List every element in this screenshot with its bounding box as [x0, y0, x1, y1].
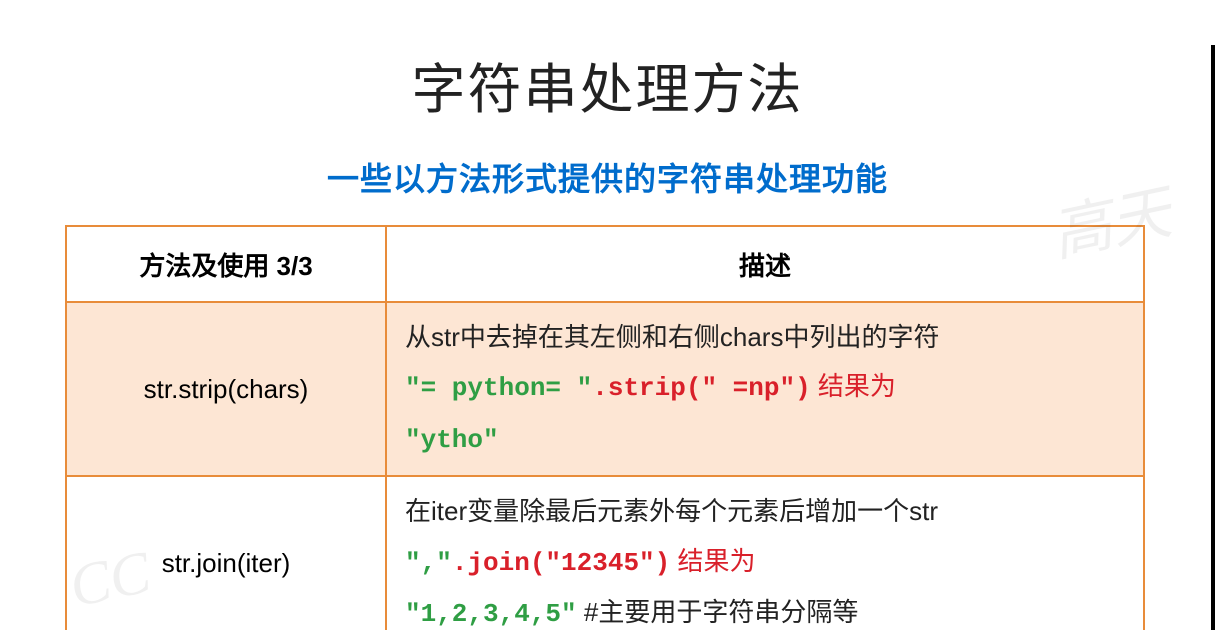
method-desc: 从str中去掉在其左侧和右侧chars中列出的字符 "= python= ".s… [386, 302, 1144, 476]
code-literal: "= python= " [405, 373, 592, 403]
header-method: 方法及使用 3/3 [66, 226, 386, 302]
method-desc: 在iter变量除最后元素外每个元素后增加一个str ",".join("1234… [386, 476, 1144, 630]
desc-text: 在iter变量除最后元素外每个元素后增加一个str [405, 496, 938, 526]
result-value: "ytho" [405, 425, 499, 455]
code-call: .strip(" =np") [592, 373, 810, 403]
slide: 字符串处理方法 一些以方法形式提供的字符串处理功能 方法及使用 3/3 描述 s… [0, 45, 1215, 630]
header-desc: 描述 [386, 226, 1144, 302]
method-name: str.strip(chars) [66, 302, 386, 476]
result-label: 结果为 [670, 546, 755, 576]
slide-right-border [1211, 45, 1215, 630]
code-call: .join("12345") [452, 548, 670, 578]
result-label: 结果为 [811, 371, 896, 401]
result-value: "1,2,3,4,5" [405, 599, 577, 629]
page-title: 字符串处理方法 [0, 45, 1215, 124]
method-name: str.join(iter) [66, 476, 386, 630]
methods-table: 方法及使用 3/3 描述 str.strip(chars) 从str中去掉在其左… [65, 225, 1145, 630]
page-subtitle: 一些以方法形式提供的字符串处理功能 [0, 154, 1215, 200]
code-note: #主要用于字符串分隔等 [577, 597, 859, 627]
table-header-row: 方法及使用 3/3 描述 [66, 226, 1144, 302]
table-row: str.join(iter) 在iter变量除最后元素外每个元素后增加一个str… [66, 476, 1144, 630]
desc-text: 从str中去掉在其左侧和右侧chars中列出的字符 [405, 322, 939, 352]
code-literal: "," [405, 548, 452, 578]
table-row: str.strip(chars) 从str中去掉在其左侧和右侧chars中列出的… [66, 302, 1144, 476]
